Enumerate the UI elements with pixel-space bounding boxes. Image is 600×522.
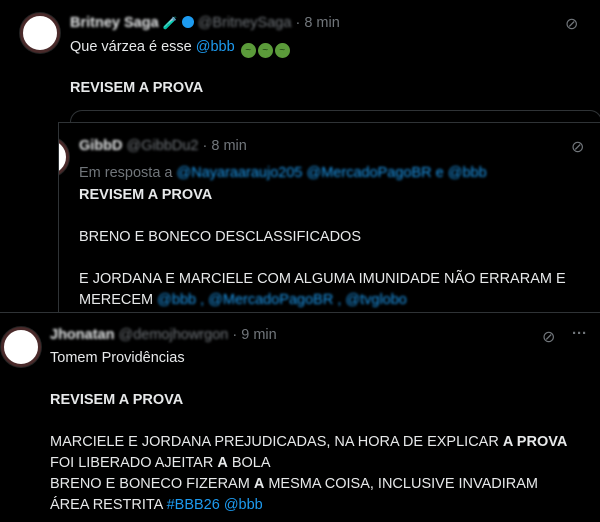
mention-link[interactable]: @bbb [196,39,235,55]
tweet-text: BRENO E BONECO FIZERAM [50,476,254,492]
nauseated-face-icon: ~ [240,43,256,58]
reply-prefix: Em resposta a [79,165,177,181]
tweet-text-bold: A [217,455,228,471]
quote-border [70,110,600,122]
tweet-text-bold: A [253,476,265,492]
tweet-text: ÁREA RESTRITA [50,497,167,513]
tweet-card-1[interactable]: Britney Saga 🧪 @BritneySaga · 8 min ⊘ Qu… [0,0,600,122]
tweet-text: E JORDANA E MARCIELE COM ALGUMA IMUNIDAD… [79,271,566,287]
tweet-card-2[interactable]: GibbD @GibbDu2 · 8 min ⊘ Em resposta a @… [58,122,600,313]
grok-icon[interactable]: ⊘ [571,137,584,157]
timestamp[interactable]: 9 min [241,327,276,343]
author-handle[interactable]: @demojhowrgon [118,327,228,343]
author-name[interactable]: Jhonatan [50,327,114,343]
author-handle[interactable]: @BritneySaga [198,15,292,31]
tweet-text: BRENO E BONECO DESCLASSIFICADOS [79,229,362,245]
tweet-text: Que várzea é esse [70,39,196,55]
timestamp[interactable]: 8 min [211,138,246,154]
tweet-text-bold: A PROVA [502,434,568,450]
more-options-icon[interactable]: ··· [572,325,587,342]
tweet-text: MESMA COISA, INCLUSIVE INVADIRAM [264,476,539,492]
author-name[interactable]: Britney Saga [70,15,159,31]
tweet-text: BOLA [227,455,271,471]
tweet-text: MERECEM [79,292,158,308]
timestamp[interactable]: 8 min [304,15,339,31]
nauseated-face-icon: ~ [274,43,290,58]
reply-mentions[interactable]: @Nayaraaraujo205 @MercadoPagoBR e @bbb [177,165,487,181]
tweet-text-bold: REVISEM A PROVA [70,80,204,96]
separator: · [295,15,301,31]
tweet-text-bold: REVISEM A PROVA [79,187,213,203]
tweet-text-bold: REVISEM A PROVA [50,392,184,408]
mention-link[interactable]: @bbb [224,497,263,513]
tweet-text: FOI LIBERADO AJEITAR [50,455,218,471]
verified-icon [181,16,194,28]
hashtag-link[interactable]: #BBB26 [167,497,220,513]
author-handle[interactable]: @GibbDu2 [127,138,199,154]
avatar[interactable] [1,327,41,367]
tweet-text: MARCIELE E JORDANA PREJUDICADAS, NA HORA… [50,434,503,450]
avatar[interactable] [20,13,60,53]
avatar[interactable] [59,137,69,177]
nauseated-face-icon: ~ [257,43,273,58]
grok-icon[interactable]: ⊘ [542,327,555,347]
tweet-card-3[interactable]: Jhonatan @demojhowrgon · 9 min ⊘ ··· Tom… [0,312,600,522]
separator: · [232,327,238,343]
author-name[interactable]: GibbD [79,138,123,154]
mention-links[interactable]: @bbb , @MercadoPagoBR , @tvglobo [157,292,407,308]
separator: · [202,138,208,154]
name-emoji: 🧪 [162,16,178,30]
tweet-text: Tomem Providências [50,350,185,366]
grok-icon[interactable]: ⊘ [565,14,578,34]
